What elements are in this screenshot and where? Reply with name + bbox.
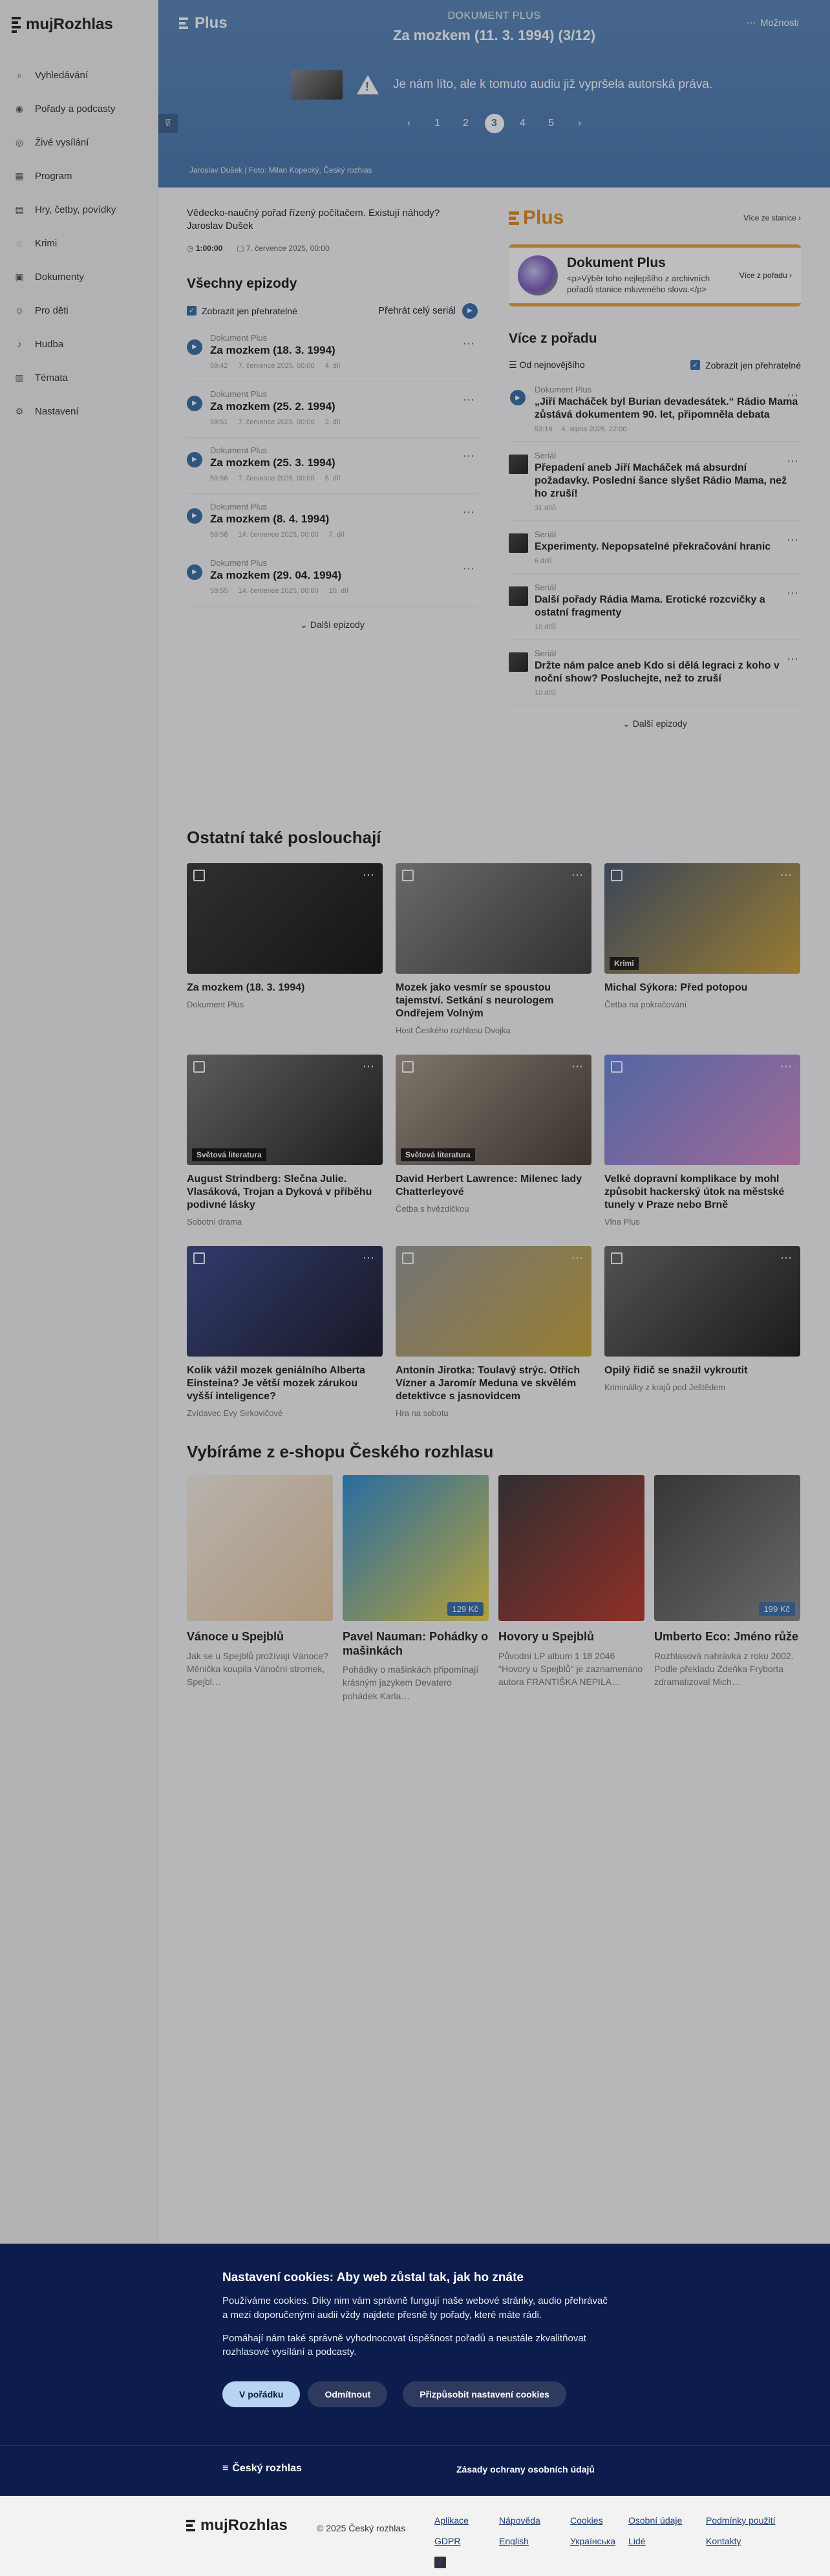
privacy-policy-link[interactable]: Zásady ochrany osobních údajů [456, 2464, 595, 2474]
footer-link[interactable]: Podmínky použití [706, 2515, 796, 2526]
footer-links: Aplikace Nápověda Cookies Osobní údaje Podmí… [434, 2515, 796, 2568]
footer: mujRozhlas © 2025 Český rozhlas Aplikace… [0, 2496, 830, 2576]
footer-link[interactable]: Cookies [570, 2515, 628, 2526]
copyright: © 2025 Český rozhlas [317, 2523, 405, 2533]
facebook-icon[interactable]: f [434, 2557, 446, 2568]
cesky-rozhlas-logo[interactable]: ≡ Český rozhlas [222, 2463, 302, 2474]
cookie-reject-button[interactable]: Odmítnout [308, 2381, 388, 2407]
cookie-accept-button[interactable]: V pořádku [222, 2381, 301, 2407]
copyright-text: © 2025 Český rozhlas [317, 2523, 406, 2533]
footer-link[interactable]: Kontakty [706, 2536, 796, 2546]
cookie-banner: Nastavení cookies: Aby web zůstal tak, j… [0, 2244, 830, 2496]
logo-mark-icon [186, 2520, 195, 2531]
cookie-title: Nastavení cookies: Aby web zůstal tak, j… [222, 2271, 524, 2284]
footer-link[interactable]: Nápověda [499, 2515, 570, 2526]
logo-mark-icon: ≡ [222, 2463, 229, 2474]
footer-link[interactable]: GDPR [434, 2536, 499, 2546]
footer-link[interactable]: English [499, 2536, 570, 2546]
footer-link[interactable]: Aplikace [434, 2515, 499, 2526]
cookie-text-2: Pomáhají nám také správně vyhodnocovat ú… [222, 2332, 586, 2358]
footer-link[interactable]: Lidé [628, 2536, 706, 2546]
footer-link[interactable]: Українська [570, 2536, 628, 2546]
footer-logo[interactable]: mujRozhlas [186, 2517, 288, 2535]
modal-overlay [0, 0, 830, 2244]
cookie-text-1: Používáme cookies. Díky nim vám správně … [222, 2295, 608, 2321]
footer-link[interactable]: Osobní údaje [628, 2515, 706, 2526]
cookie-customize-button[interactable]: Přizpůsobit nastavení cookies [403, 2381, 566, 2407]
